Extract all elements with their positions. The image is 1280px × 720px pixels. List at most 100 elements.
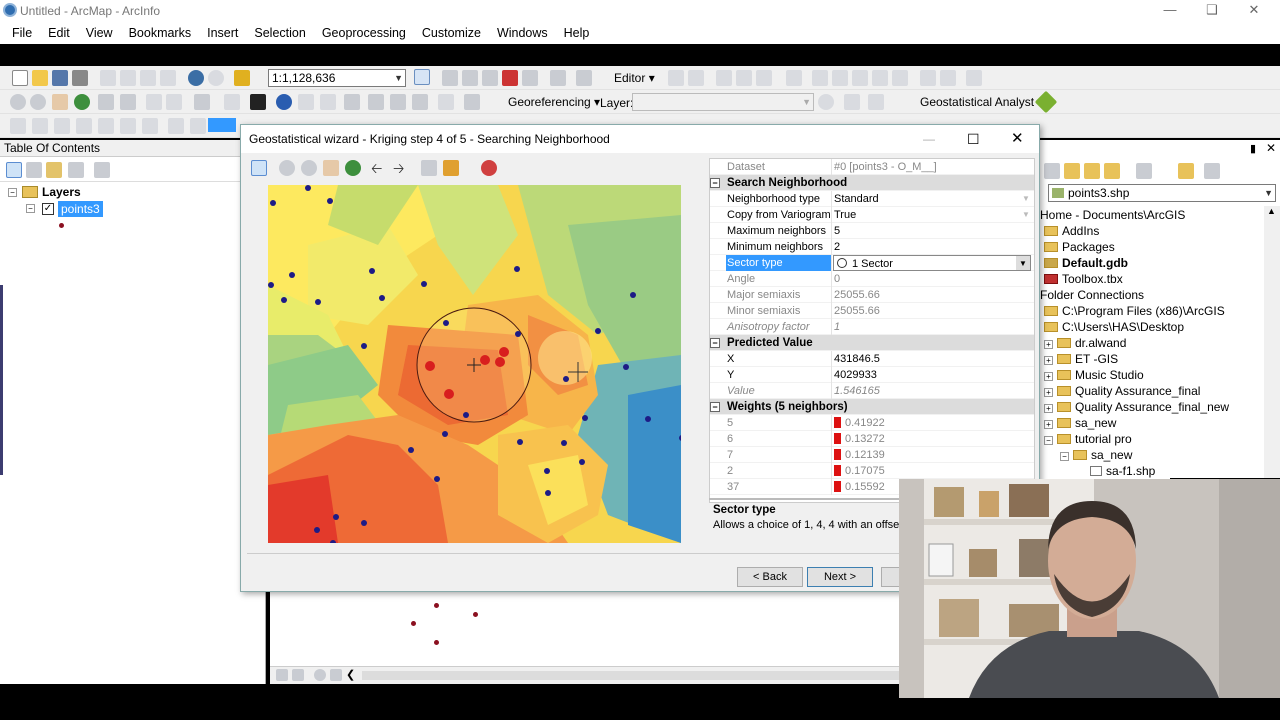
catalog-item-desktop[interactable]: C:\Users\HAS\Desktop — [1044, 319, 1184, 335]
prop-row-minimum-neighbors[interactable]: Minimum neighbors 2 — [710, 239, 1034, 255]
catalog-item-tutorial-pro[interactable]: − tutorial pro — [1044, 431, 1132, 447]
prop-row-weight[interactable]: 2 0.17075 — [710, 463, 1034, 479]
catalog-item-folder-connections[interactable]: Folder Connections — [1040, 287, 1144, 303]
up-one-level-icon[interactable] — [1064, 163, 1080, 179]
catalog-item-toolbox[interactable]: Toolbox.tbx — [1044, 271, 1123, 287]
catalog-item-sa-new-sub[interactable]: − sa_new — [1060, 447, 1132, 463]
select-features-icon[interactable] — [194, 94, 210, 110]
menu-bookmarks[interactable]: Bookmarks — [121, 26, 200, 40]
collapse-layers-icon[interactable]: − — [8, 188, 17, 197]
prop-row-weight[interactable]: 5 0.41922 — [710, 415, 1034, 431]
create-features-icon[interactable] — [966, 70, 982, 86]
chevron-down-icon[interactable]: ▼ — [1022, 207, 1030, 223]
collapse-icon[interactable]: − — [710, 178, 720, 188]
catalog-window-icon[interactable] — [462, 70, 478, 86]
layer-name[interactable]: points3 — [58, 201, 103, 217]
pan-icon[interactable] — [323, 160, 339, 176]
collapse-icon[interactable]: − — [1044, 436, 1053, 445]
prop-row-value[interactable]: Value 1.546165 — [710, 383, 1034, 399]
zoom-in-icon[interactable] — [279, 160, 295, 176]
go-to-xy-icon[interactable] — [412, 94, 428, 110]
sector-type-select[interactable]: 1 Sector ▼ — [833, 255, 1031, 271]
next-button[interactable]: Next > — [807, 567, 873, 587]
modelbuilder-icon[interactable] — [550, 70, 566, 86]
data-view-icon[interactable] — [276, 669, 288, 681]
whats-this-icon[interactable] — [576, 70, 592, 86]
shift-icon[interactable] — [844, 94, 860, 110]
forward-extent-icon[interactable] — [166, 94, 182, 110]
create-viewer-icon[interactable] — [464, 94, 480, 110]
collapse-icon[interactable]: − — [710, 402, 720, 412]
menu-view[interactable]: View — [78, 26, 121, 40]
view-link-table-icon[interactable] — [868, 94, 884, 110]
zoom-out-icon[interactable] — [301, 160, 317, 176]
catalog-item-music-studio[interactable]: + Music Studio — [1044, 367, 1144, 383]
map-scale-select[interactable]: 1:1,128,636 ▼ — [268, 69, 406, 87]
catalog-item-home[interactable]: Home - Documents\ArcGIS — [1040, 207, 1185, 223]
list-by-selection-icon[interactable] — [68, 162, 84, 178]
close-button[interactable]: ✕ — [1232, 0, 1276, 22]
full-extent-icon[interactable] — [74, 94, 90, 110]
expand-icon[interactable]: + — [1044, 420, 1053, 429]
prop-row-copy-from-variogram[interactable]: Copy from Variogram True ▼ — [710, 207, 1034, 223]
zoom-out-icon[interactable] — [30, 94, 46, 110]
scroll-left-icon[interactable]: ❮ — [346, 668, 355, 681]
zoom-percent-field[interactable] — [208, 118, 236, 132]
next-extent-icon[interactable]: 🡢 — [393, 158, 404, 182]
python-window-icon[interactable] — [522, 70, 538, 86]
rotate-icon[interactable] — [892, 70, 908, 86]
catalog-options-icon[interactable] — [1204, 163, 1220, 179]
endpoint-arc-icon[interactable] — [736, 70, 752, 86]
chevron-down-icon[interactable]: ▼ — [1022, 191, 1030, 207]
expand-icon[interactable]: + — [1044, 388, 1053, 397]
catalog-item-qa-final[interactable]: + Quality Assurance_final — [1044, 383, 1200, 399]
fixed-zoom-out-layout-icon[interactable] — [142, 118, 158, 134]
georeferencing-menu[interactable]: Georeferencing ▾ — [508, 95, 600, 109]
time-slider-icon[interactable] — [438, 94, 454, 110]
catalog-pin-icon[interactable]: ▮ — [1250, 142, 1256, 155]
redo-icon[interactable] — [208, 70, 224, 86]
collapse-icon[interactable]: − — [710, 338, 720, 348]
select-elements-icon[interactable] — [250, 94, 266, 110]
prop-row-sector-type[interactable]: Sector type 1 Sector ▼ — [710, 255, 1034, 271]
layout-zoom-in-icon[interactable] — [10, 118, 26, 134]
layers-group-label[interactable]: Layers — [42, 185, 81, 199]
zoom-in-icon[interactable] — [10, 94, 26, 110]
catalog-item-default-gdb[interactable]: Default.gdb — [1044, 255, 1128, 271]
delete-icon[interactable] — [160, 70, 176, 86]
scroll-up-icon[interactable]: ▲ — [1267, 206, 1276, 216]
open-folder-icon[interactable] — [32, 70, 48, 86]
restore-button[interactable]: ❑ — [1190, 0, 1234, 22]
measure-icon[interactable] — [344, 94, 360, 110]
identify-icon[interactable] — [276, 94, 292, 110]
prop-row-neighborhood-type[interactable]: Neighborhood type Standard ▼ — [710, 191, 1034, 207]
full-extent-icon[interactable] — [345, 160, 361, 176]
list-by-source-icon[interactable] — [26, 162, 42, 178]
layout-pan-icon[interactable] — [54, 118, 70, 134]
list-by-drawing-order-icon[interactable] — [6, 162, 22, 178]
menu-insert[interactable]: Insert — [199, 26, 246, 40]
catalog-item-program-files[interactable]: C:\Program Files (x86)\ArcGIS — [1044, 303, 1225, 319]
find-icon[interactable] — [368, 94, 384, 110]
point-icon[interactable] — [786, 70, 802, 86]
layout-zoom-out-icon[interactable] — [32, 118, 48, 134]
new-document-icon[interactable] — [12, 70, 28, 86]
paste-icon[interactable] — [140, 70, 156, 86]
clear-selection-icon[interactable] — [224, 94, 240, 110]
georef-layer-select[interactable]: ▼ — [632, 93, 814, 111]
straight-segment-icon[interactable] — [716, 70, 732, 86]
identify-location-icon[interactable] — [251, 160, 267, 176]
save-icon[interactable] — [52, 70, 68, 86]
previous-extent-icon[interactable]: 🡠 — [371, 158, 382, 182]
refresh-icon[interactable] — [314, 669, 326, 681]
split-icon[interactable] — [872, 70, 888, 86]
editor-menu[interactable]: Editor ▾ — [614, 71, 655, 85]
menu-customize[interactable]: Customize — [414, 26, 489, 40]
prediction-preview-map[interactable] — [268, 185, 681, 543]
zoom-whole-page-icon[interactable] — [76, 118, 92, 134]
catalog-item-sa-f1[interactable]: sa-f1.shp — [1090, 463, 1155, 479]
attributes-icon[interactable] — [920, 70, 936, 86]
dialog-close-button[interactable]: ✕ — [1011, 125, 1024, 153]
fixed-zoom-in-layout-icon[interactable] — [120, 118, 136, 134]
dialog-minimize-button[interactable]: — — [923, 125, 935, 153]
